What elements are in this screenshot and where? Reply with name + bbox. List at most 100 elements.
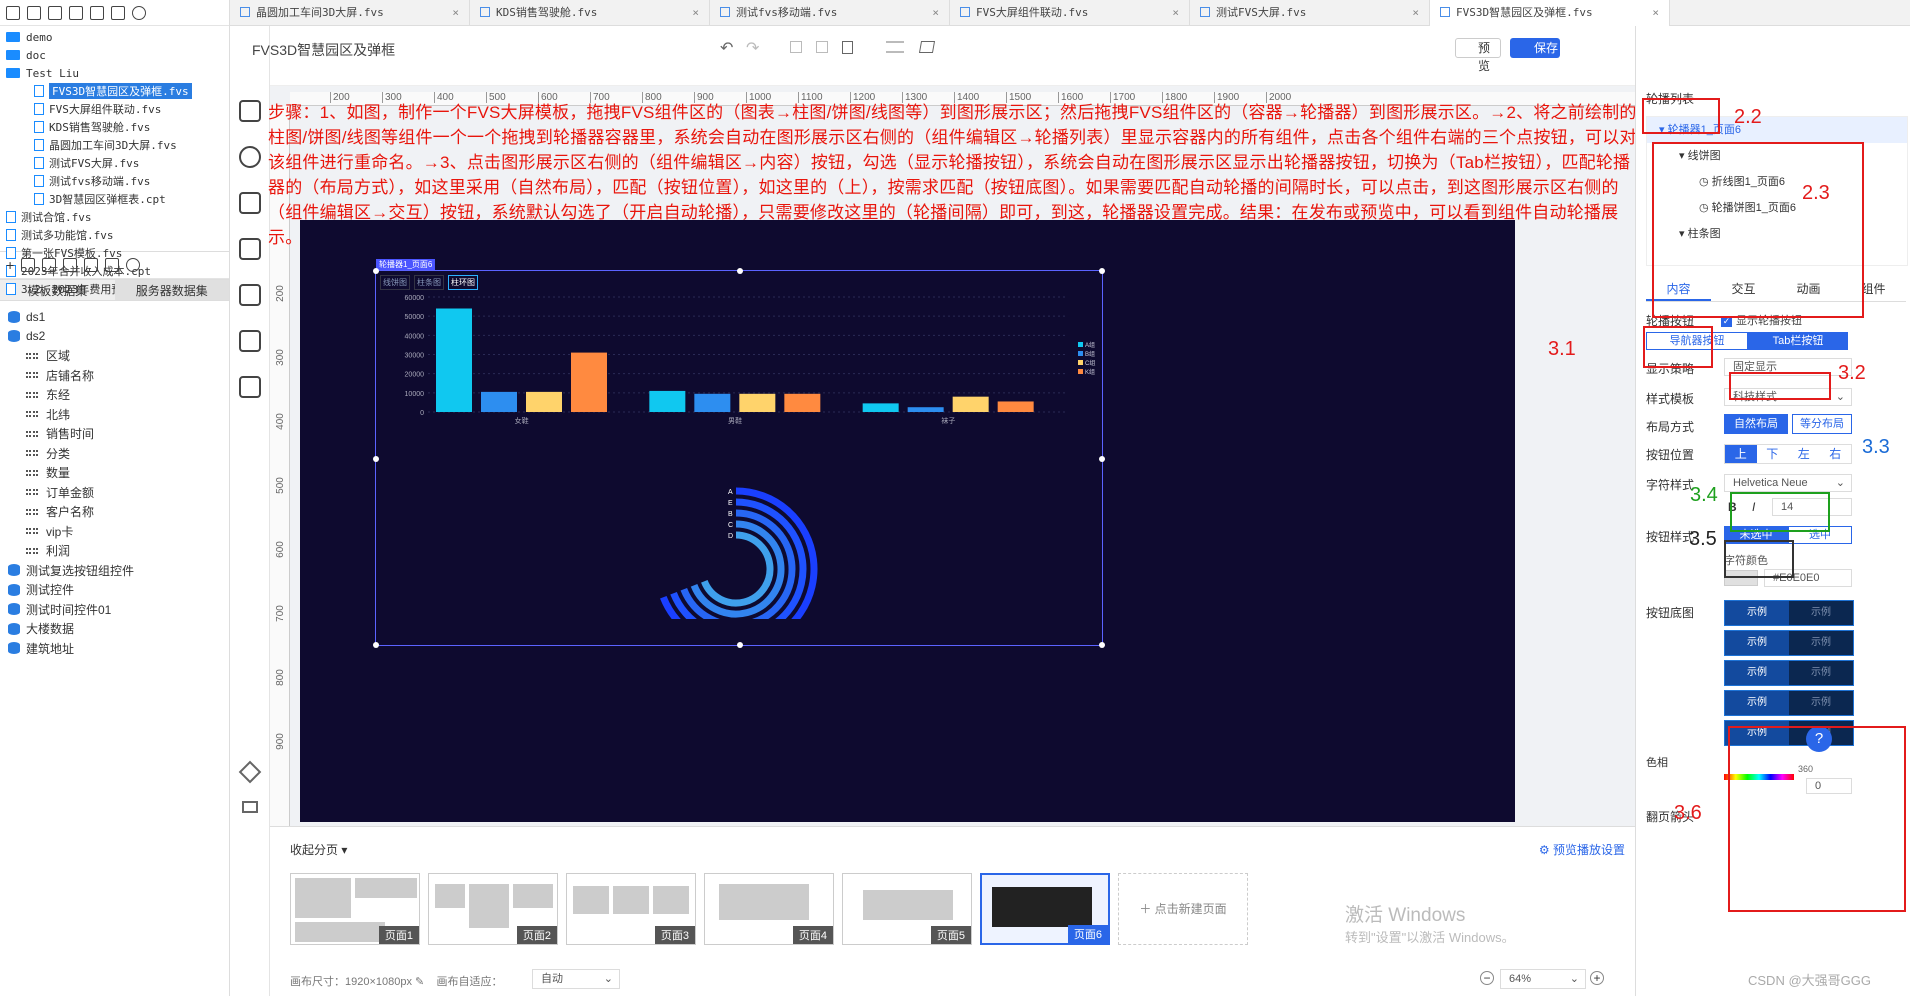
dataset-item[interactable]: 分类 <box>8 444 229 464</box>
page-thumb-2[interactable]: 页面2 <box>428 873 558 945</box>
save-button[interactable]: 保存 <box>1510 38 1560 58</box>
dataset-item[interactable]: 东经 <box>8 385 229 405</box>
archive-icon[interactable] <box>238 376 261 398</box>
dataset-item[interactable]: 测试控件 <box>8 580 229 600</box>
dataset-item[interactable]: 测试复选按钮组控件 <box>8 561 229 581</box>
lock-icon[interactable] <box>111 5 125 20</box>
add-icon[interactable]: + <box>6 257 14 273</box>
bar[interactable] <box>907 407 944 412</box>
dataset-item[interactable]: 测试时间控件01 <box>8 600 229 620</box>
server-icon[interactable] <box>84 258 99 272</box>
zoom-in-icon[interactable]: + <box>1590 971 1604 985</box>
dataset-item[interactable]: 建筑地址 <box>8 639 229 659</box>
bar[interactable] <box>436 308 472 413</box>
tree-item[interactable]: 测试FVS大屏.fvs <box>6 154 229 172</box>
close-icon[interactable]: × <box>932 0 939 26</box>
dataset-item[interactable]: ds1 <box>8 307 229 327</box>
btn-type-tab[interactable]: Tab栏按钮 <box>1748 332 1848 350</box>
text-icon[interactable] <box>238 192 261 214</box>
redo-icon[interactable]: ↷ <box>746 38 759 58</box>
tree-item[interactable]: 3D智慧园区弹框表.cpt <box>6 190 229 208</box>
paste-icon[interactable] <box>816 41 828 53</box>
close-icon[interactable]: × <box>452 0 459 26</box>
bar[interactable] <box>649 390 686 412</box>
file-tab[interactable]: 晶圆加工车间3D大屏.fvs × <box>230 0 470 26</box>
adapt-select[interactable]: 自动 ⌄ <box>532 969 620 989</box>
button-bg-option[interactable]: 示例示例 <box>1724 660 1854 686</box>
tree-item[interactable]: 晶圆加工车间3D大屏.fvs <box>6 136 229 154</box>
layer-icon[interactable] <box>918 41 936 53</box>
file-tab[interactable]: KDS销售驾驶舱.fvs × <box>470 0 710 26</box>
dataset-item[interactable]: 订单金额 <box>8 483 229 503</box>
edit-icon[interactable] <box>21 258 36 272</box>
new-folder-icon[interactable] <box>48 5 62 20</box>
table-icon[interactable] <box>238 330 261 352</box>
bar[interactable] <box>952 396 989 412</box>
preview-icon[interactable] <box>63 258 78 272</box>
target-icon[interactable] <box>132 5 146 20</box>
bar[interactable] <box>784 393 821 412</box>
preview-button[interactable]: 预览 <box>1455 38 1501 73</box>
dataset-item[interactable]: 数量 <box>8 463 229 483</box>
bar[interactable] <box>739 393 776 412</box>
layout-natural[interactable]: 自然布局 <box>1724 414 1788 434</box>
page-thumb-3[interactable]: 页面3 <box>566 873 696 945</box>
tree-item[interactable]: doc <box>6 46 229 64</box>
tree-item[interactable]: 测试fvs移动端.fvs <box>6 172 229 190</box>
tree-item[interactable]: Test Liu <box>6 64 229 82</box>
align-icon[interactable] <box>886 41 904 53</box>
bar[interactable] <box>571 352 607 412</box>
dataset-item[interactable]: ds2 <box>8 327 229 347</box>
keyboard-icon[interactable] <box>242 801 258 813</box>
pos-left[interactable]: 左 <box>1788 445 1820 463</box>
page-thumb-4[interactable]: 页面4 <box>704 873 834 945</box>
tab-template-dataset[interactable]: 模板数据集 <box>0 280 115 300</box>
collapse-pages[interactable]: 收起分页 ▾ <box>290 841 347 858</box>
page-thumb-1[interactable]: 页面1 <box>290 873 420 945</box>
bar[interactable] <box>481 391 517 412</box>
pos-top[interactable]: 上 <box>1725 445 1757 463</box>
zoom-select[interactable]: 64% ⌄ <box>1500 969 1586 989</box>
dataset-item[interactable]: 店铺名称 <box>8 366 229 386</box>
preview-settings[interactable]: ⚙ 预览播放设置 <box>1539 841 1625 858</box>
dataset-item[interactable]: 大楼数据 <box>8 619 229 639</box>
tree-item[interactable]: FVS大屏组件联动.fvs <box>6 100 229 118</box>
dashboard-canvas[interactable]: 轮播器1_页面6 线饼图 柱条图 柱环图 60000 50000 40000 3000… <box>300 220 1515 822</box>
trash-icon[interactable] <box>42 258 57 272</box>
new-page-button[interactable]: ＋ 点击新建页面 <box>1118 873 1248 945</box>
refresh-icon[interactable] <box>6 5 20 20</box>
radial-bar[interactable] <box>701 531 774 607</box>
bar[interactable] <box>694 393 731 412</box>
undo-icon[interactable]: ↶ <box>720 38 733 58</box>
dataset-item[interactable]: 客户名称 <box>8 502 229 522</box>
folder-icon[interactable] <box>27 5 41 20</box>
close-icon[interactable]: × <box>1412 0 1419 26</box>
tree-item[interactable]: 测试合馆.fvs <box>6 208 229 226</box>
bar[interactable] <box>526 391 562 412</box>
tree-item[interactable]: demo <box>6 28 229 46</box>
file-tab[interactable]: FVS3D智慧园区及弹框.fvs × <box>1430 0 1670 26</box>
cube-icon[interactable] <box>238 100 261 122</box>
close-icon[interactable]: × <box>1172 0 1179 26</box>
chart-icon[interactable] <box>238 146 261 168</box>
button-bg-option[interactable]: 示例示例 <box>1724 690 1854 716</box>
dataset-item[interactable]: 区域 <box>8 346 229 366</box>
delete-icon[interactable] <box>90 5 104 20</box>
bar[interactable] <box>862 403 899 412</box>
button-bg-option[interactable]: 示例示例 <box>1724 600 1854 626</box>
tree-item[interactable]: KDS销售驾驶舱.fvs <box>6 118 229 136</box>
dataset-item[interactable]: 北纬 <box>8 405 229 425</box>
container-icon[interactable] <box>238 284 261 306</box>
file-tab[interactable]: FVS大屏组件联动.fvs × <box>950 0 1190 26</box>
tree-item[interactable]: FVS3D智慧园区及弹框.fvs <box>6 82 229 100</box>
zoom-out-icon[interactable]: − <box>1480 971 1494 985</box>
file-tab[interactable]: 测试FVS大屏.fvs × <box>1190 0 1430 26</box>
pos-bottom[interactable]: 下 <box>1757 445 1789 463</box>
tree-item[interactable]: 测试多功能馆.fvs <box>6 226 229 244</box>
media-icon[interactable] <box>238 238 261 260</box>
close-icon[interactable]: × <box>1652 0 1659 26</box>
copy-icon[interactable] <box>790 41 802 53</box>
dataset-item[interactable]: 利润 <box>8 541 229 561</box>
dataset-item[interactable]: vip卡 <box>8 522 229 542</box>
file-tab[interactable]: 测试fvs移动端.fvs × <box>710 0 950 26</box>
